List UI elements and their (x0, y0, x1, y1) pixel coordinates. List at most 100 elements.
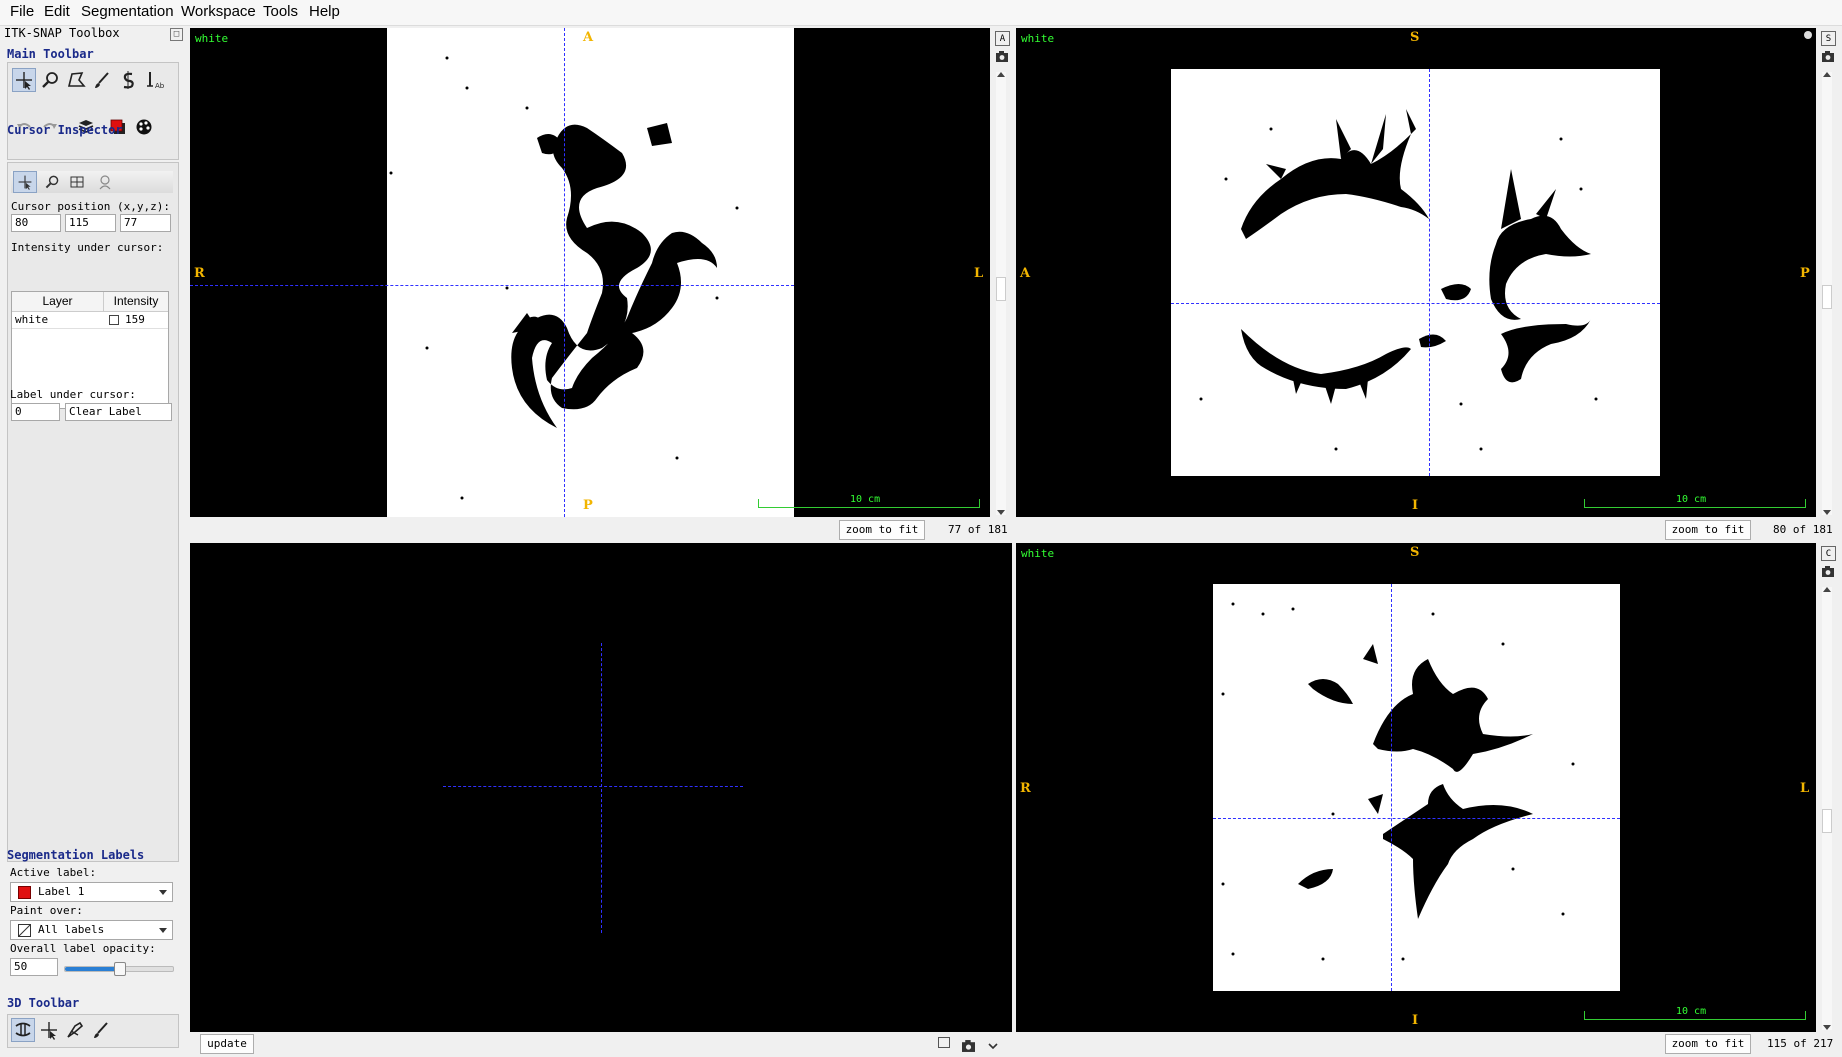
palette-icon[interactable] (132, 115, 156, 139)
toolbox-float-icon[interactable]: □ (170, 28, 183, 41)
axial-view[interactable]: white A P R L 10 cm (190, 28, 990, 517)
label-id-field[interactable]: 0 (11, 403, 60, 421)
coronal-orientation-top: S (1410, 545, 1420, 560)
crosshair-3d-icon[interactable] (37, 1018, 61, 1042)
annotation-toggle-icon[interactable]: C (1821, 546, 1836, 561)
sagittal-scroll-thumb[interactable] (1822, 285, 1832, 309)
menu-file[interactable]: File (10, 3, 34, 20)
coronal-crosshair-vertical (1391, 584, 1392, 991)
view-options-icon[interactable] (1804, 31, 1812, 39)
snake-tool-icon[interactable] (116, 68, 140, 92)
coronal-scale-bar (1584, 1011, 1806, 1020)
camera-icon[interactable] (995, 50, 1008, 63)
sagittal-slice-scrollbar[interactable] (1822, 72, 1832, 515)
annotation-tool-icon[interactable]: Ab (142, 68, 166, 92)
axial-scale-bar (758, 499, 980, 508)
zoom-tool-icon[interactable] (38, 68, 62, 92)
axial-orientation-right: L (974, 266, 984, 281)
menu-help[interactable]: Help (309, 3, 340, 20)
cursor-inspector-heading: Cursor Inspector (7, 123, 123, 137)
opacity-slider[interactable] (64, 962, 174, 976)
camera-icon[interactable] (1821, 50, 1834, 63)
main-toolbar-panel: Ab (7, 62, 179, 160)
menu-tools[interactable]: Tools (263, 3, 298, 20)
coronal-view[interactable]: white S I R L 10 cm (1016, 543, 1816, 1032)
cursor-position-label: Cursor position (x,y,z): (11, 200, 170, 213)
label-under-cursor-label: Label under cursor: (10, 388, 136, 401)
inspector-toolbar (11, 171, 173, 193)
inspector-crosshair-icon[interactable] (13, 171, 37, 193)
active-label-combo[interactable]: Label 1 (10, 882, 173, 902)
chevron-down-icon (159, 890, 167, 895)
sagittal-slice-counter: 80 of 181 (1773, 523, 1833, 536)
three-d-view[interactable] (190, 543, 1012, 1032)
camera-icon[interactable] (962, 1037, 975, 1056)
coronal-segmentation-shape (1221, 602, 1575, 961)
active-label-label: Active label: (10, 866, 97, 879)
crosshair-tool-icon[interactable] (12, 68, 36, 92)
paint-over-value: All labels (38, 923, 105, 936)
camera-icon[interactable] (1821, 565, 1834, 578)
inspector-zoom-icon[interactable] (40, 171, 64, 193)
cursor-z-field[interactable]: 77 (120, 214, 171, 232)
axial-scroll-thumb[interactable] (996, 277, 1006, 301)
active-label-value: Label 1 (38, 885, 85, 898)
coronal-orientation-right: L (1800, 781, 1810, 796)
table-row[interactable]: white 159 (12, 312, 168, 329)
opacity-slider-fill (65, 967, 119, 971)
menu-workspace[interactable]: Workspace (181, 3, 256, 20)
axial-slice-counter: 77 of 181 (948, 523, 1008, 536)
menu-segmentation[interactable]: Segmentation (81, 3, 174, 20)
inspector-probe-icon[interactable] (93, 171, 117, 193)
rotate-3d-icon[interactable] (11, 1018, 35, 1042)
axial-orientation-top: A (583, 30, 594, 45)
scroll-down-icon[interactable] (1823, 510, 1831, 515)
opacity-field[interactable]: 50 (10, 958, 58, 976)
chevron-down-icon[interactable] (987, 1037, 999, 1056)
expand-view-icon[interactable] (938, 1037, 950, 1048)
polygon-tool-icon[interactable] (64, 68, 88, 92)
label-name-field[interactable]: Clear Label (65, 403, 172, 421)
sagittal-layer-label: white (1021, 32, 1055, 45)
sagittal-crosshair-horizontal (1171, 303, 1660, 304)
toolbox-panel: ITK-SNAP Toolbox □ Main Toolbar Ab Curso… (0, 26, 186, 1057)
opacity-label: Overall label opacity: (10, 942, 156, 955)
coronal-orientation-left: R (1020, 781, 1031, 796)
axial-zoom-to-fit-button[interactable]: zoom to fit (839, 520, 925, 540)
scroll-down-icon[interactable] (997, 510, 1005, 515)
paint-over-combo[interactable]: All labels (10, 920, 173, 940)
spray-3d-icon[interactable] (89, 1018, 113, 1042)
three-d-crosshair-vertical (601, 643, 602, 933)
coronal-slice-scrollbar[interactable] (1822, 587, 1832, 1030)
cursor-y-field[interactable]: 115 (65, 214, 116, 232)
update-3d-button[interactable]: update (200, 1034, 254, 1054)
opacity-slider-handle[interactable] (114, 962, 126, 976)
cursor-x-field[interactable]: 80 (11, 214, 61, 232)
sagittal-zoom-to-fit-button[interactable]: zoom to fit (1665, 520, 1751, 540)
coronal-scroll-thumb[interactable] (1822, 809, 1832, 833)
intensity-column-header[interactable]: Intensity (104, 292, 168, 312)
sagittal-segmentation-shape (1199, 109, 1598, 451)
scroll-up-icon[interactable] (1823, 587, 1831, 592)
scroll-up-icon[interactable] (997, 72, 1005, 77)
intensity-label: Intensity under cursor: (11, 241, 164, 254)
segmentation-labels-heading: Segmentation Labels (7, 848, 145, 862)
sagittal-view[interactable]: white S I A P 10 cm (1016, 28, 1816, 517)
paint-over-label: Paint over: (10, 904, 83, 917)
layer-column-header[interactable]: Layer (12, 292, 104, 312)
axial-slice-scrollbar[interactable] (996, 72, 1006, 515)
paint-over-swatch (18, 924, 31, 937)
annotation-toggle-icon[interactable]: A (995, 31, 1010, 46)
coronal-crosshair-horizontal (1213, 818, 1620, 819)
coronal-orientation-bottom: I (1412, 1013, 1419, 1028)
scalpel-3d-icon[interactable] (63, 1018, 87, 1042)
paintbrush-tool-icon[interactable] (90, 68, 114, 92)
annotation-toggle-icon[interactable]: S (1821, 31, 1836, 46)
scroll-up-icon[interactable] (1823, 72, 1831, 77)
menu-edit[interactable]: Edit (44, 3, 70, 20)
coronal-zoom-to-fit-button[interactable]: zoom to fit (1665, 1034, 1751, 1054)
scroll-down-icon[interactable] (1823, 1025, 1831, 1030)
sagittal-orientation-left: A (1020, 266, 1031, 281)
inspector-grid-icon[interactable] (65, 171, 89, 193)
sagittal-crosshair-vertical (1429, 69, 1430, 476)
